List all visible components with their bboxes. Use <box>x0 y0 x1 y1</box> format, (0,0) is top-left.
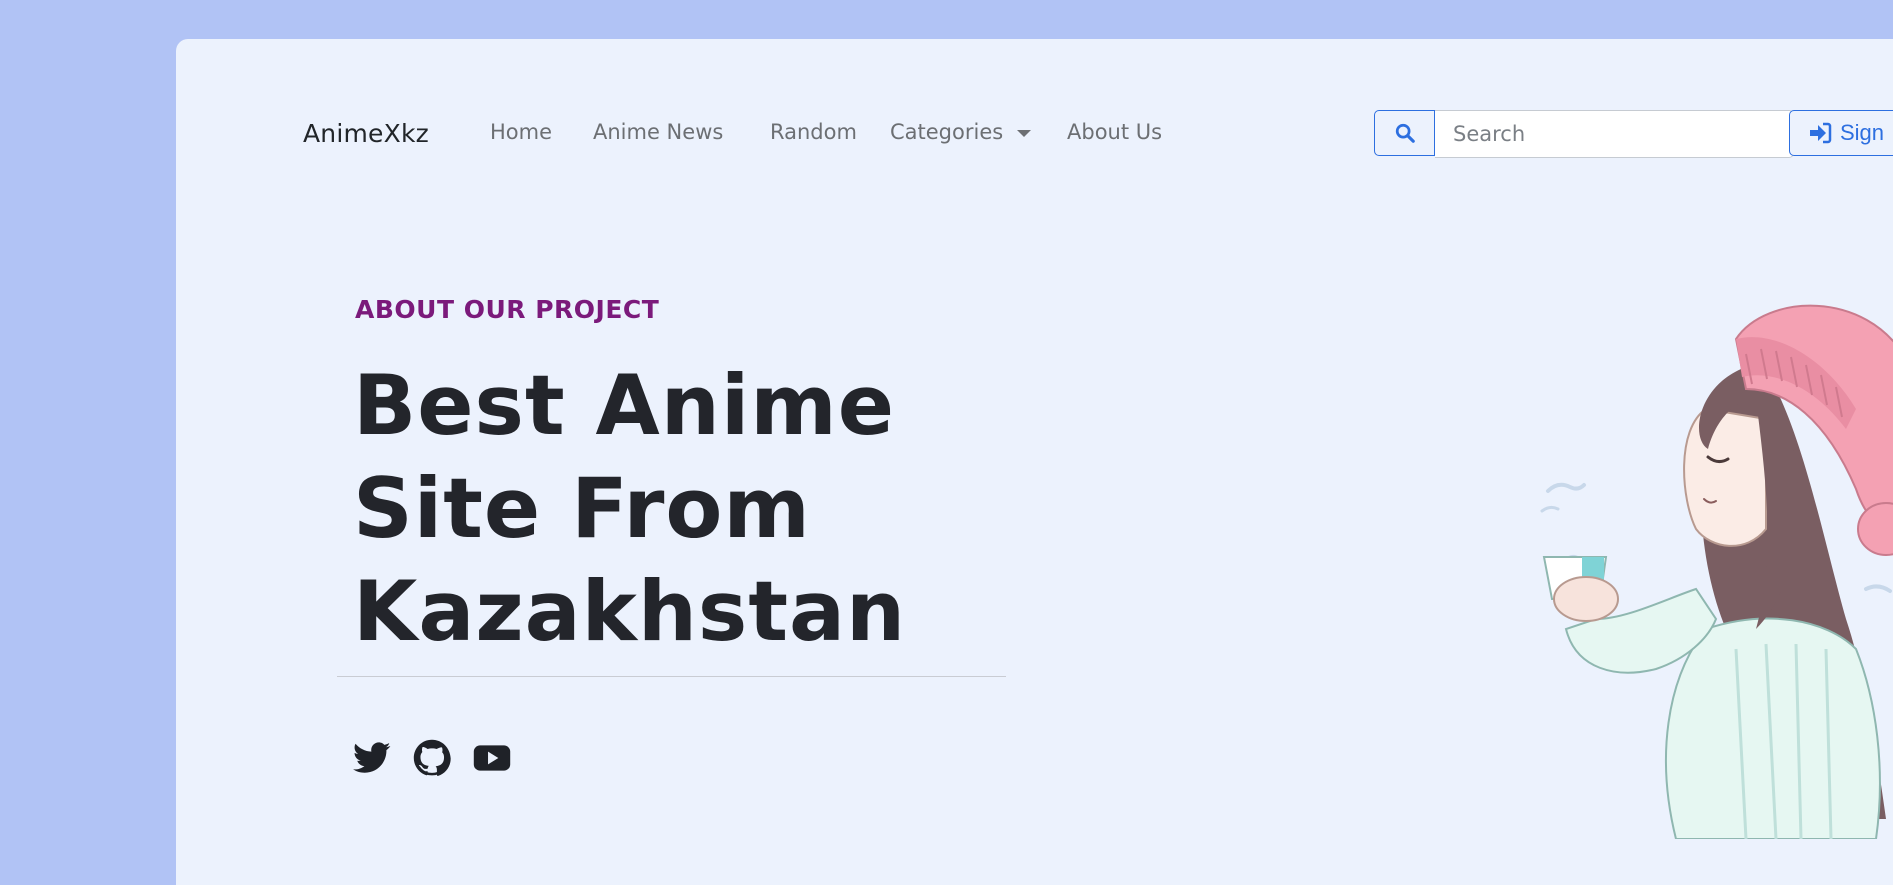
search-button[interactable] <box>1374 110 1435 156</box>
divider <box>337 676 1006 677</box>
nav-random[interactable]: Random <box>770 120 857 144</box>
navbar: AnimeXkz Home Anime News Random Categori… <box>176 39 1893 189</box>
sign-in-button[interactable]: Sign <box>1789 110 1893 156</box>
headline-line: Best Anime <box>353 357 896 454</box>
headline-line: Kazakhstan <box>353 563 907 660</box>
nav-anime-news[interactable]: Anime News <box>593 120 723 144</box>
brand-logo[interactable]: AnimeXkz <box>303 119 429 148</box>
twitter-icon[interactable] <box>353 739 391 777</box>
anime-girl-illustration <box>1540 304 1893 839</box>
nav-categories-dropdown[interactable]: Categories <box>890 120 1032 144</box>
search-input[interactable] <box>1435 110 1794 158</box>
sign-in-label: Sign <box>1840 120 1885 145</box>
hero-headline: Best Anime Site From Kazakhstan <box>353 354 1053 663</box>
youtube-icon[interactable] <box>473 739 511 777</box>
main-card: AnimeXkz Home Anime News Random Categori… <box>176 39 1893 885</box>
search-group <box>1374 110 1794 158</box>
search-icon <box>1395 123 1415 143</box>
section-eyebrow: ABOUT OUR PROJECT <box>355 295 660 324</box>
social-links <box>353 739 511 777</box>
headline-line: Site From <box>353 460 811 557</box>
nav-categories-label: Categories <box>890 120 1004 144</box>
caret-down-icon <box>1017 130 1032 137</box>
github-icon[interactable] <box>413 739 451 777</box>
sign-in-icon <box>1810 122 1832 144</box>
nav-home[interactable]: Home <box>490 120 552 144</box>
nav-about-us[interactable]: About Us <box>1067 120 1162 144</box>
